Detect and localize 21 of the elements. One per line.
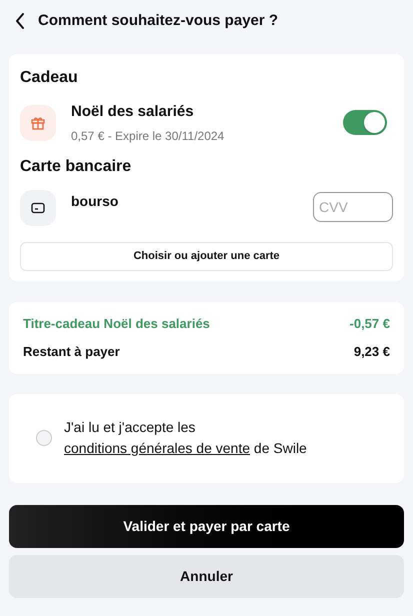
gift-toggle[interactable] <box>343 110 387 136</box>
summary-label: Titre-cadeau Noël des salariés <box>23 314 210 332</box>
terms-checkbox[interactable] <box>36 430 52 446</box>
pay-button[interactable]: Valider et payer par carte <box>9 504 404 548</box>
summary-amount: -0,57 € <box>350 314 390 332</box>
summary-label: Restant à payer <box>23 343 120 361</box>
back-icon[interactable] <box>14 12 26 30</box>
choose-card-button[interactable]: Choisir ou ajouter une carte <box>20 242 393 270</box>
terms-text: J'ai lu et j'accepte les conditions générales de vente de Swile <box>64 418 308 458</box>
gift-icon <box>20 104 56 141</box>
gift-name: Noël des salariés <box>71 102 195 122</box>
summary-amount: 9,23 € <box>354 343 390 361</box>
section-heading: Cadeau <box>20 68 79 88</box>
section-heading: Carte bancaire <box>20 156 132 176</box>
page-title: Comment souhaitez-vous payer ? <box>38 10 278 31</box>
card-name: bourso <box>71 192 120 210</box>
gift-details: 0,57 € - Expire le 30/11/2024 <box>71 128 226 144</box>
cvv-field[interactable]: CVV <box>313 192 393 222</box>
card-icon <box>20 190 56 226</box>
cancel-button[interactable]: Annuler <box>9 554 404 598</box>
terms-link[interactable]: conditions générales de vente <box>64 440 250 456</box>
